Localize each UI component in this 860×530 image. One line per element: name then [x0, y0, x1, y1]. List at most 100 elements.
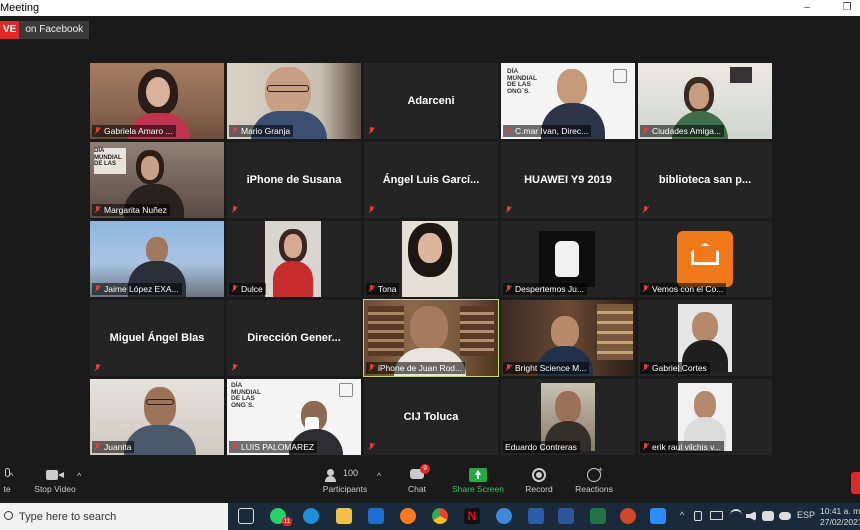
language-indicator[interactable]: ESP: [797, 510, 815, 520]
wifi-icon[interactable]: [730, 509, 742, 521]
muted-mic-icon: [231, 206, 238, 214]
smiley-icon: +: [585, 465, 603, 482]
title-bar: Meeting – ❐: [0, 0, 860, 16]
app-icon[interactable]: [528, 508, 544, 524]
chrome-icon[interactable]: [432, 508, 448, 524]
participant-tile[interactable]: Dirección Gener...: [227, 300, 361, 376]
video-options-caret[interactable]: ^: [77, 471, 81, 481]
window-title: Meeting: [0, 2, 40, 14]
excel-icon[interactable]: [590, 508, 606, 524]
participant-tile[interactable]: Eduardo Contreras: [501, 379, 635, 455]
participant-tile[interactable]: Adarceni: [364, 63, 498, 139]
participant-tile[interactable]: Ángel Luis Garcí...: [364, 142, 498, 218]
volume-icon[interactable]: [746, 511, 756, 521]
search-placeholder: Type here to search: [19, 511, 117, 523]
participant-label: Vemos con el Co...: [640, 283, 727, 295]
device-tray-icon[interactable]: [694, 511, 702, 521]
participants-label: Participants: [322, 484, 368, 494]
participant-tile[interactable]: Gabriela Amaro ...: [90, 63, 224, 139]
raised-fist-icon: [555, 241, 579, 277]
share-screen-button[interactable]: Share Screen: [450, 468, 506, 494]
share-screen-label: Share Screen: [452, 484, 504, 494]
muted-mic-icon: [231, 443, 238, 451]
task-view-icon[interactable]: [238, 508, 254, 524]
zoom-icon[interactable]: [650, 508, 666, 524]
bookshelf: [597, 304, 633, 360]
reactions-button[interactable]: + Reactions: [574, 465, 614, 494]
participant-tile[interactable]: DÍA MUNDIAL DE LAS ONG´S. LUIS PALOMAREZ: [227, 379, 361, 455]
participant-tile[interactable]: iPhone de Susana: [227, 142, 361, 218]
participant-tile[interactable]: Mario Granja: [227, 63, 361, 139]
person-face: [551, 316, 579, 348]
participant-name-center: Ángel Luis Garcí...: [382, 174, 480, 186]
dropbox-icon[interactable]: [762, 511, 774, 521]
participant-tile[interactable]: erik raul vilchis v...: [638, 379, 772, 455]
stop-video-button[interactable]: Stop Video: [30, 468, 80, 494]
minimize-button[interactable]: –: [800, 1, 814, 14]
word-icon[interactable]: [558, 508, 574, 524]
participant-tile[interactable]: Dulce: [227, 221, 361, 297]
participant-tile[interactable]: Bright Science M...: [501, 300, 635, 376]
participant-name: Ciudades Amiga...: [652, 126, 721, 136]
muted-mic-icon: [94, 285, 101, 293]
system-clock[interactable]: 10:41 a. m. 27/02/2021: [820, 506, 860, 528]
participant-tile-active-speaker[interactable]: iPhone de Juan Rod...: [363, 299, 499, 377]
participant-name-center: iPhone de Susana: [246, 174, 342, 186]
taskbar-search-box[interactable]: Type here to search: [0, 503, 228, 530]
clock-time: 10:41 a. m.: [820, 506, 860, 516]
firefox-icon[interactable]: [400, 508, 416, 524]
participant-name-center: Miguel Ángel Blas: [109, 332, 205, 344]
participant-tile[interactable]: Jaime López EXA...: [90, 221, 224, 297]
video-camera-icon: [46, 468, 64, 482]
muted-mic-icon: [368, 443, 375, 451]
battery-icon[interactable]: [710, 511, 723, 520]
tray-overflow-icon[interactable]: ^: [680, 510, 684, 520]
participant-name: iPhone de Juan Rod...: [378, 363, 463, 373]
muted-mic-icon: [642, 127, 649, 135]
participant-name-center: biblioteca san p...: [658, 174, 752, 186]
participant-tile[interactable]: biblioteca san p...: [638, 142, 772, 218]
netflix-icon[interactable]: N: [464, 508, 480, 524]
mute-options-caret[interactable]: ^: [9, 471, 13, 481]
participant-tile[interactable]: Tona: [364, 221, 498, 297]
mail-icon[interactable]: [368, 508, 384, 524]
edge-browser-icon[interactable]: [303, 508, 319, 524]
participant-tile[interactable]: Gabriel Cortes: [638, 300, 772, 376]
person-face: [146, 237, 168, 263]
participant-tile[interactable]: Juanita: [90, 379, 224, 455]
live-streaming-badge[interactable]: VE on Facebook: [0, 21, 90, 39]
muted-mic-icon: [642, 364, 649, 372]
participant-name: Tona: [378, 284, 397, 294]
participant-tile[interactable]: HUAWEI Y9 2019: [501, 142, 635, 218]
participant-name: Gabriela Amaro ...: [104, 126, 173, 136]
teams-chat-icon[interactable]: [496, 508, 512, 524]
participant-tile[interactable]: Miguel Ángel Blas: [90, 300, 224, 376]
onedrive-icon[interactable]: [779, 512, 791, 520]
record-label: Record: [525, 484, 553, 494]
participant-label: Bright Science M...: [503, 362, 590, 374]
chat-button[interactable]: 9 Chat: [402, 464, 432, 494]
whatsapp-icon[interactable]: 11: [270, 508, 292, 526]
powerpoint-icon[interactable]: [620, 508, 636, 524]
participant-tile[interactable]: Vemos con el Co...: [638, 221, 772, 297]
file-explorer-icon[interactable]: [336, 508, 352, 524]
person-face: [146, 77, 170, 107]
restore-button[interactable]: ❐: [840, 1, 854, 14]
reactions-label: Reactions: [575, 484, 613, 494]
participant-label: iPhone de Juan Rod...: [366, 362, 466, 374]
participants-button[interactable]: 100 Participants: [318, 468, 372, 494]
muted-mic-icon: [231, 285, 238, 293]
muted-mic-icon: [368, 206, 375, 214]
muted-mic-icon: [368, 127, 375, 135]
participant-tile[interactable]: Ciudades Amiga...: [638, 63, 772, 139]
muted-mic-icon: [505, 206, 512, 214]
participant-tile[interactable]: CIJ Toluca: [364, 379, 498, 455]
record-button[interactable]: Record: [522, 468, 556, 494]
participant-label: Dulce: [229, 283, 266, 295]
end-meeting-button[interactable]: [851, 472, 860, 494]
participant-tile[interactable]: DÍA MUNDIAL DE LAS Margarita Nuñez: [90, 142, 224, 218]
participant-tile[interactable]: Despertemos Ju...: [501, 221, 635, 297]
participants-options-caret[interactable]: ^: [377, 471, 381, 481]
participant-name: Dulce: [241, 284, 263, 294]
participant-tile[interactable]: DÍA MUNDIAL DE LAS ONG´S. C.mar Ivan, Direc…: [501, 63, 635, 139]
